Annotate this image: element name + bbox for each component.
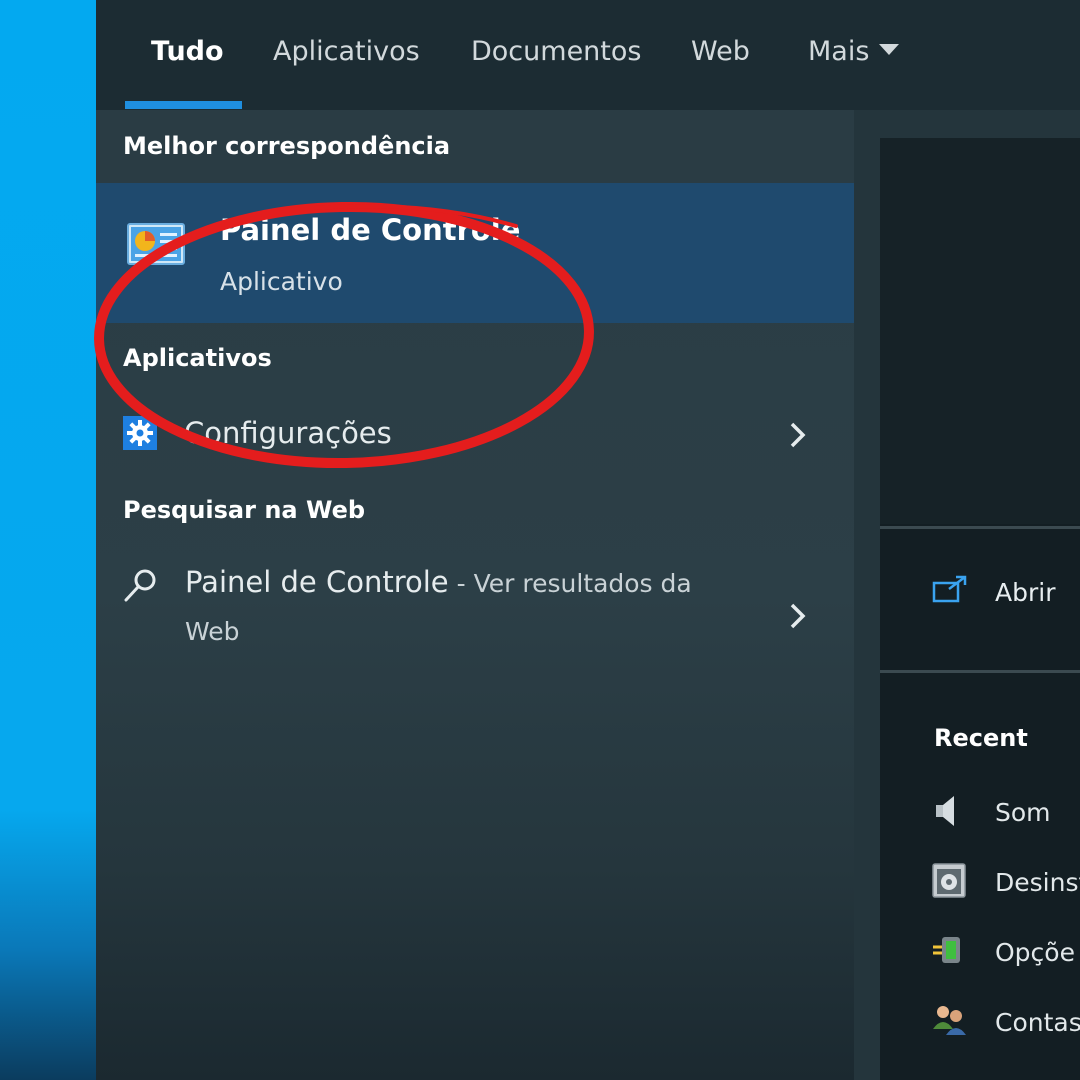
screenshot-root: Tudo Aplicativos Documentos Web Mais Mel… <box>0 0 1080 1080</box>
caret-down-icon <box>879 44 900 55</box>
tab-more[interactable]: Mais <box>808 36 900 67</box>
divider <box>880 526 1080 529</box>
results-list: Melhor correspondência Painel de Control… <box>94 110 854 1080</box>
recent-header: Recent <box>934 724 1028 752</box>
speaker-icon <box>936 796 954 826</box>
web-search-suffix: - Ver resultados da <box>448 569 692 598</box>
recent-item-label: Desinst <box>995 868 1080 897</box>
apps-header: Aplicativos <box>123 344 272 372</box>
search-tab-bar: Tudo Aplicativos Documentos Web Mais <box>96 0 1080 110</box>
desktop-background <box>0 0 96 1080</box>
recent-item-label: Opçõe <box>995 938 1075 967</box>
web-search-query: Painel de Controle <box>185 565 449 599</box>
open-label: Abrir <box>995 578 1056 607</box>
best-match-item[interactable]: Painel de Controle Aplicativo <box>96 183 854 323</box>
recent-item-user-accounts[interactable]: Contas <box>880 998 1080 1048</box>
tab-documents[interactable]: Documentos <box>471 36 641 67</box>
tab-web[interactable]: Web <box>691 36 750 67</box>
tab-all[interactable]: Tudo <box>151 36 224 67</box>
search-icon <box>124 569 156 602</box>
divider <box>880 670 1080 673</box>
recent-item-sound[interactable]: Som <box>880 788 1080 838</box>
web-search-suffix-line2: Web <box>185 617 240 646</box>
gear-icon <box>123 416 157 450</box>
user-accounts-icon <box>933 1006 966 1035</box>
settings-label: Configurações <box>184 416 392 450</box>
best-match-subtitle: Aplicativo <box>220 267 343 296</box>
recent-item-label: Contas <box>995 1008 1080 1037</box>
web-search-item[interactable]: Painel de Controle - Ver resultados da W… <box>96 555 854 665</box>
open-icon <box>932 575 967 603</box>
recent-item-label: Som <box>995 798 1051 827</box>
recent-item-power-options[interactable]: Opçõe <box>880 928 1080 978</box>
control-panel-icon <box>127 223 185 265</box>
best-match-title: Painel de Controle <box>220 213 521 247</box>
tab-apps[interactable]: Aplicativos <box>273 36 420 67</box>
web-search-header: Pesquisar na Web <box>123 496 366 524</box>
tab-more-label: Mais <box>808 36 870 67</box>
power-options-icon <box>933 937 960 963</box>
preview-pane: Abrir Recent Som Desinst Opçõe Contas <box>880 138 1080 1080</box>
recent-item-uninstall[interactable]: Desinst <box>880 858 1080 908</box>
preview-header <box>880 138 1080 524</box>
search-panel: Tudo Aplicativos Documentos Web Mais Mel… <box>94 0 1080 1080</box>
chevron-right-icon <box>790 422 806 448</box>
active-tab-indicator <box>125 101 242 109</box>
list-item-settings[interactable]: Configurações <box>96 400 854 470</box>
web-search-text: Painel de Controle - Ver resultados da <box>185 565 692 599</box>
best-match-header: Melhor correspondência <box>123 132 451 160</box>
uninstall-icon <box>932 863 966 898</box>
open-action[interactable]: Abrir <box>880 563 1080 623</box>
chevron-right-icon <box>790 603 806 629</box>
